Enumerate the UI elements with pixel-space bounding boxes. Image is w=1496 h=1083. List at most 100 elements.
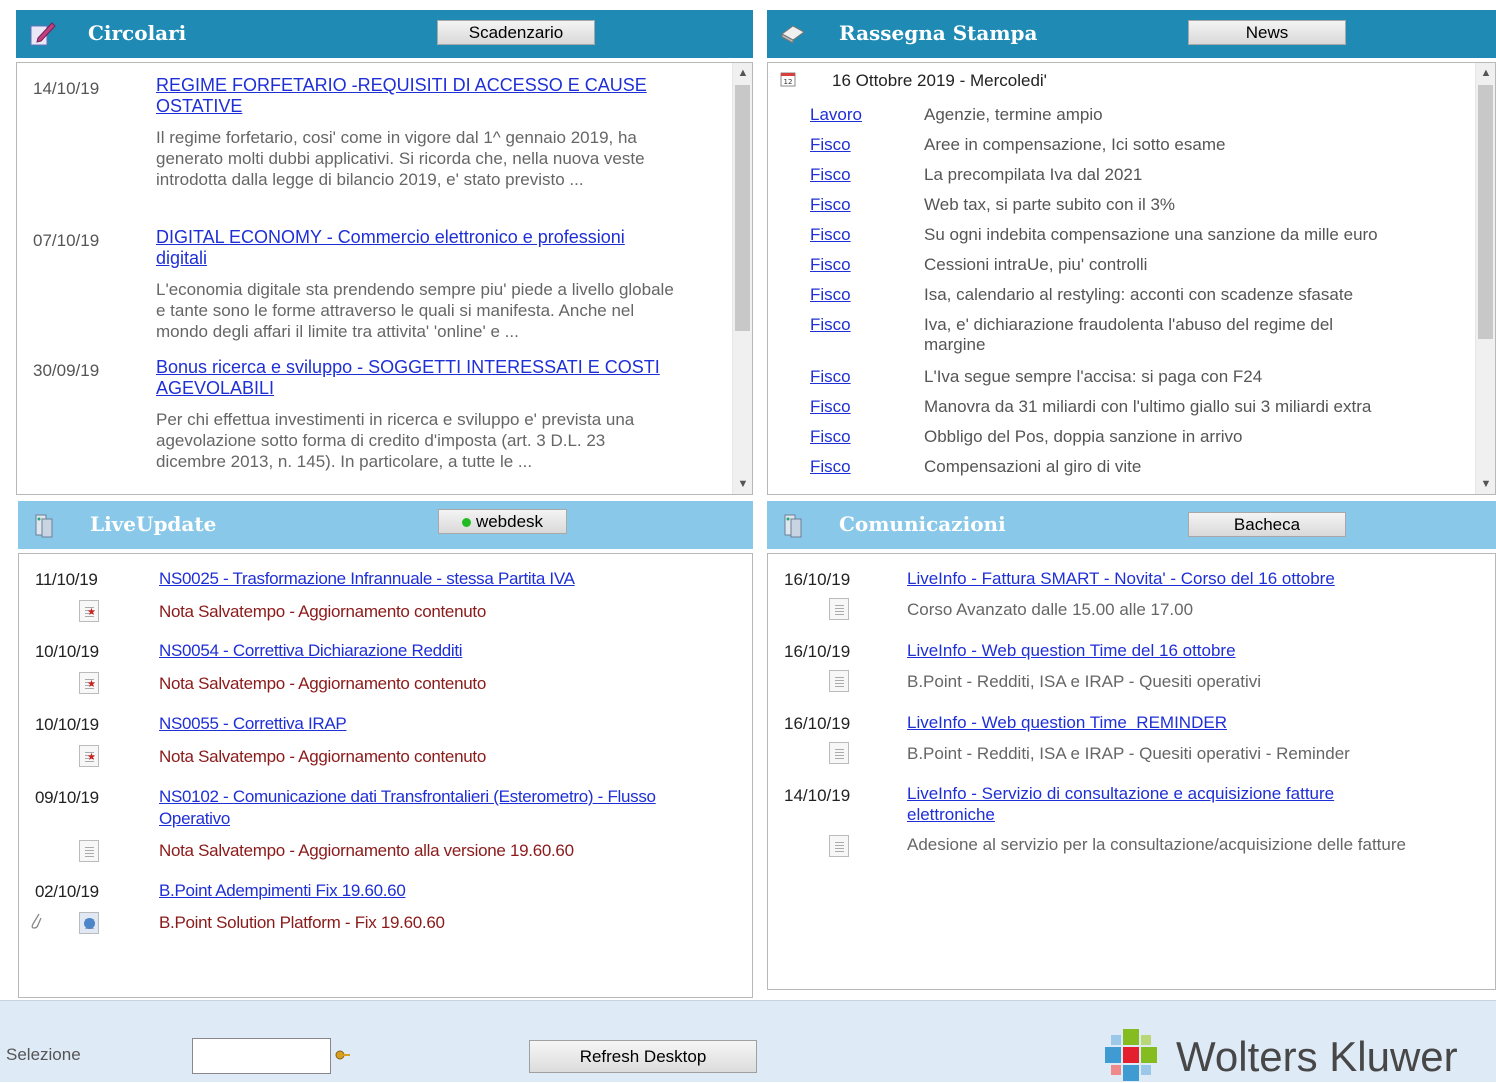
item-date: 02/10/19 — [35, 882, 99, 901]
category-link[interactable]: Fisco — [810, 225, 851, 245]
item-subtitle: B.Point - Redditi, ISA e IRAP - Quesiti … — [907, 744, 1350, 763]
globe-icon — [84, 918, 95, 929]
category-link[interactable]: Fisco — [810, 195, 851, 215]
newspaper-icon — [781, 25, 805, 44]
liveupdate-list[interactable]: 11/10/19 NS0025 - Trasformazione Infrann… — [18, 553, 753, 998]
circolari-title: Circolari — [88, 21, 187, 45]
item-date: 16/10/19 — [784, 714, 851, 733]
headline: Agenzie, termine ampio — [924, 105, 1103, 124]
category-link[interactable]: Fisco — [810, 165, 851, 185]
item-date: 10/10/19 — [35, 642, 99, 661]
item-date: 09/10/19 — [35, 788, 99, 807]
brand-name: Wolters Kluwer — [1176, 1033, 1458, 1080]
paperclip-icon[interactable] — [29, 910, 43, 930]
headline: Cessioni intraUe, piu' controlli — [924, 255, 1148, 274]
note-document-icon[interactable] — [79, 672, 99, 694]
item-date: 14/10/19 — [784, 786, 851, 805]
note-document-icon[interactable] — [79, 745, 99, 767]
liveupdate-title: LiveUpdate — [90, 512, 217, 536]
scroll-thumb[interactable] — [1478, 85, 1493, 339]
rassegna-header: Rassegna Stampa News — [767, 10, 1496, 58]
item-description: Per chi effettua investimenti in ricerca… — [156, 410, 635, 471]
item-date: 07/10/19 — [33, 231, 100, 250]
webdesk-label: webdesk — [475, 512, 544, 531]
rassegna-panel: Rassegna Stampa News 12 16 Ottobre 2019 … — [767, 10, 1496, 495]
item-date: 11/10/19 — [35, 570, 98, 589]
status-dot-icon — [461, 518, 471, 528]
headline: Aree in compensazione, Ici sotto esame — [924, 135, 1226, 154]
circolari-scrollbar[interactable]: ▲ ▼ — [732, 63, 752, 494]
headline: L'Iva segue sempre l'accisa: si paga con… — [924, 367, 1263, 386]
item-title-link[interactable]: NS0054 - Correttiva Dichiarazione Reddit… — [159, 640, 699, 662]
circolari-list[interactable]: 14/10/19 REGIME FORFETARIO -REQUISITI DI… — [16, 62, 753, 495]
category-link[interactable]: Fisco — [810, 367, 851, 387]
comunicazioni-title: Comunicazioni — [839, 512, 1006, 536]
item-date: 30/09/19 — [33, 361, 100, 380]
wolters-kluwer-logo-icon — [1105, 1029, 1157, 1081]
webdesk-button[interactable]: webdesk — [438, 509, 567, 534]
item-date: 10/10/19 — [35, 715, 99, 734]
scadenzario-button[interactable]: Scadenzario — [437, 20, 595, 45]
headline: La precompilata Iva dal 2021 — [924, 165, 1143, 184]
scroll-up-icon[interactable]: ▲ — [1476, 65, 1495, 81]
headline: Compensazioni al giro di vite — [924, 457, 1142, 476]
category-link[interactable]: Fisco — [810, 457, 851, 477]
rassegna-scrollbar[interactable]: ▲ ▼ — [1475, 63, 1495, 494]
selection-input[interactable] — [192, 1038, 331, 1074]
category-link[interactable]: Fisco — [810, 285, 851, 305]
item-title-link[interactable]: Bonus ricerca e sviluppo - SOGGETTI INTE… — [156, 357, 676, 399]
note-document-icon[interactable] — [79, 600, 99, 622]
headline: Isa, calendario al restyling: acconti co… — [924, 285, 1354, 304]
item-subtitle: Nota Salvatempo - Aggiornamento alla ver… — [159, 841, 574, 860]
key-lookup-icon[interactable] — [335, 1048, 351, 1062]
item-subtitle: B.Point Solution Platform - Fix 19.60.60 — [159, 913, 445, 932]
calendar-icon: 12 — [780, 72, 796, 87]
news-button[interactable]: News — [1188, 20, 1346, 45]
comunicazioni-list[interactable]: 16/10/19 LiveInfo - Fattura SMART - Novi… — [767, 553, 1496, 990]
pen-paper-icon — [30, 22, 56, 46]
scroll-up-icon[interactable]: ▲ — [733, 65, 752, 81]
item-date: 16/10/19 — [784, 570, 851, 589]
svg-text:12: 12 — [784, 78, 793, 86]
document-icon[interactable] — [829, 742, 849, 764]
liveupdate-header: LiveUpdate webdesk — [18, 501, 753, 549]
item-description: L'economia digitale sta prendendo sempre… — [156, 280, 674, 341]
category-link[interactable]: Fisco — [810, 255, 851, 275]
category-link[interactable]: Lavoro — [810, 105, 862, 125]
document-icon[interactable] — [829, 670, 849, 692]
rassegna-title: Rassegna Stampa — [839, 21, 1038, 45]
circolari-panel: Circolari Scadenzario 14/10/19 REGIME FO… — [16, 10, 753, 495]
circolari-header: Circolari Scadenzario — [16, 10, 753, 58]
headline: Obbligo del Pos, doppia sanzione in arri… — [924, 427, 1243, 446]
category-link[interactable]: Fisco — [810, 315, 851, 335]
item-date: 16/10/19 — [784, 642, 851, 661]
item-date: 14/10/19 — [33, 79, 100, 98]
scroll-down-icon[interactable]: ▼ — [733, 476, 752, 492]
document-icon[interactable] — [79, 840, 99, 862]
item-title-link[interactable]: LiveInfo - Web question Time del 16 otto… — [907, 640, 1467, 661]
item-title-link[interactable]: NS0025 - Trasformazione Infrannuale - st… — [159, 568, 699, 590]
item-title-link[interactable]: LiveInfo - Servizio di consultazione e a… — [907, 783, 1387, 825]
item-title-link[interactable]: DIGITAL ECONOMY - Commercio elettronico … — [156, 227, 676, 269]
globe-document-icon[interactable] — [79, 912, 99, 934]
rassegna-list[interactable]: 12 16 Ottobre 2019 - Mercoledi' Lavoro Ag… — [767, 62, 1496, 495]
category-link[interactable]: Fisco — [810, 135, 851, 155]
category-link[interactable]: Fisco — [810, 397, 851, 417]
item-title-link[interactable]: B.Point Adempimenti Fix 19.60.60 — [159, 880, 699, 902]
bacheca-button[interactable]: Bacheca — [1188, 512, 1346, 537]
refresh-desktop-button[interactable]: Refresh Desktop — [529, 1040, 757, 1073]
document-icon[interactable] — [829, 835, 849, 857]
item-title-link[interactable]: LiveInfo - Web question Time REMINDER — [907, 712, 1467, 733]
item-description: Il regime forfetario, cosi' come in vigo… — [156, 128, 645, 189]
item-title-link[interactable]: LiveInfo - Fattura SMART - Novita' - Cor… — [907, 568, 1467, 589]
liveupdate-panel: LiveUpdate webdesk 11/10/19 NS0025 - Tra… — [18, 501, 753, 998]
document-icon[interactable] — [829, 598, 849, 620]
item-title-link[interactable]: REGIME FORFETARIO -REQUISITI DI ACCESSO … — [156, 75, 696, 117]
rassegna-date-heading: 16 Ottobre 2019 - Mercoledi' — [832, 71, 1047, 90]
item-title-link[interactable]: NS0055 - Correttiva IRAP — [159, 713, 699, 735]
scroll-thumb[interactable] — [735, 85, 750, 331]
scroll-down-icon[interactable]: ▼ — [1476, 476, 1495, 492]
item-title-link[interactable]: NS0102 - Comunicazione dati Transfrontal… — [159, 786, 679, 830]
footer-bar: Selezione Refresh Desktop Wolters Kluwer — [0, 1000, 1496, 1082]
category-link[interactable]: Fisco — [810, 427, 851, 447]
